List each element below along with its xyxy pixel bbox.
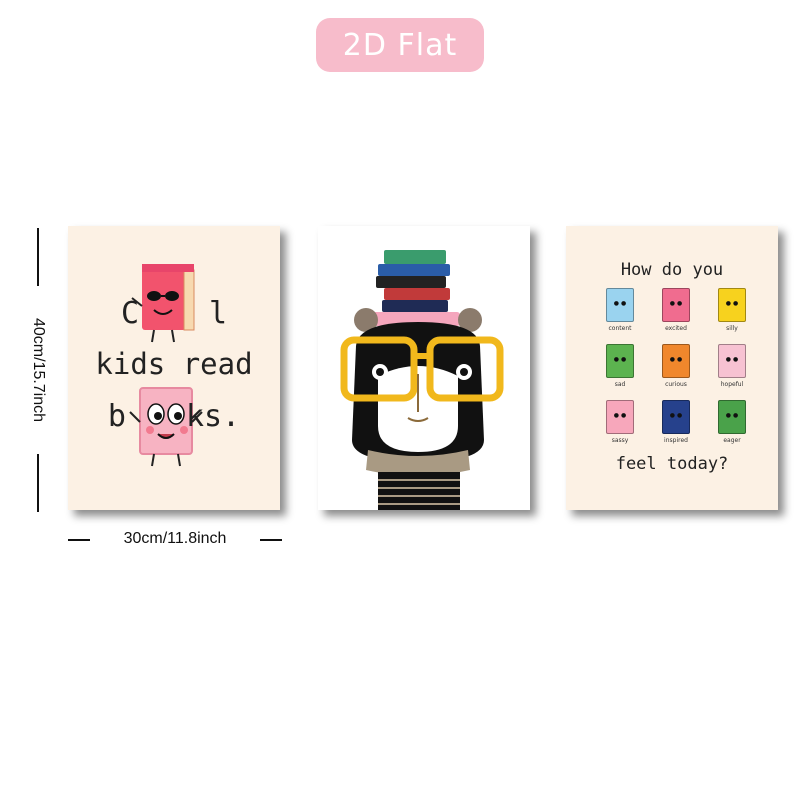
poster-panda-with-books	[318, 226, 530, 510]
kids-read-line: kids read	[95, 347, 253, 381]
books-line: b ks.	[68, 399, 280, 434]
letter-c: C	[120, 296, 139, 331]
width-label: 30cm/11.8inch	[123, 530, 227, 547]
eyes-icon: ● ●	[613, 300, 627, 307]
eyes-icon: ● ●	[613, 412, 627, 419]
height-label: 40cm/15.7inch	[30, 317, 47, 423]
book-face-icon: ● ●	[606, 400, 634, 434]
book-face-icon: ● ●	[606, 288, 634, 322]
mood-book-curious: ● ● curious	[654, 344, 698, 396]
question-top-text: How do you	[620, 260, 724, 280]
mood-label: eager	[723, 437, 741, 444]
book-face-icon: ● ●	[662, 288, 690, 322]
mood-book-content: ● ● content	[598, 288, 642, 340]
mood-book-sad: ● ● sad	[598, 344, 642, 396]
cool-line: Cl	[68, 296, 280, 331]
mood-book-inspired: ● ● inspired	[654, 400, 698, 452]
book-face-icon: ● ●	[606, 344, 634, 378]
mood-label: inspired	[664, 437, 688, 444]
mood-book-hopeful: ● ● hopeful	[710, 344, 754, 396]
eyes-icon: ● ●	[725, 412, 739, 419]
mood-label: hopeful	[720, 381, 744, 388]
book-face-icon: ● ●	[718, 344, 746, 378]
eyes-icon: ● ●	[725, 300, 739, 307]
mood-label: excited	[665, 325, 687, 332]
mood-label: sad	[614, 381, 626, 388]
mood-book-excited: ● ● excited	[654, 288, 698, 340]
poster-cool-kids-read-books: Cl kids read b ks.	[68, 226, 280, 510]
letters-ks: ks.	[185, 399, 241, 434]
mood-label: sassy	[611, 437, 629, 444]
book-face-icon: ● ●	[662, 400, 690, 434]
mood-label: silly	[726, 325, 738, 332]
eyes-icon: ● ●	[725, 356, 739, 363]
eyes-icon: ● ●	[669, 356, 683, 363]
width-dimension: 30cm/11.8inch	[68, 530, 282, 550]
eyes-icon: ● ●	[669, 412, 683, 419]
book-face-icon: ● ●	[718, 400, 746, 434]
mood-book-silly: ● ● silly	[710, 288, 754, 340]
mood-book-eager: ● ● eager	[710, 400, 754, 452]
book-stack-icon	[372, 250, 460, 326]
book-face-icon: ● ●	[662, 344, 690, 378]
question-bottom-text: feel today?	[615, 454, 729, 474]
style-badge: 2D Flat	[316, 18, 484, 72]
eyes-icon: ● ●	[669, 300, 683, 307]
dimension-line-bottom	[37, 454, 39, 512]
book-face-icon: ● ●	[718, 288, 746, 322]
letter-b: b	[107, 399, 126, 434]
mood-label: content	[608, 325, 632, 332]
dimension-line-top	[37, 228, 39, 286]
mood-book-sassy: ● ● sassy	[598, 400, 642, 452]
poster-how-do-you-feel-today: How do you ● ● content ● ● excited ● ● silly ●…	[566, 226, 778, 510]
letter-l: l	[209, 296, 228, 331]
panda-illustration	[340, 250, 504, 510]
eyes-icon: ● ●	[613, 356, 627, 363]
mood-label: curious	[665, 381, 687, 388]
height-dimension: 40cm/15.7inch	[30, 228, 47, 512]
